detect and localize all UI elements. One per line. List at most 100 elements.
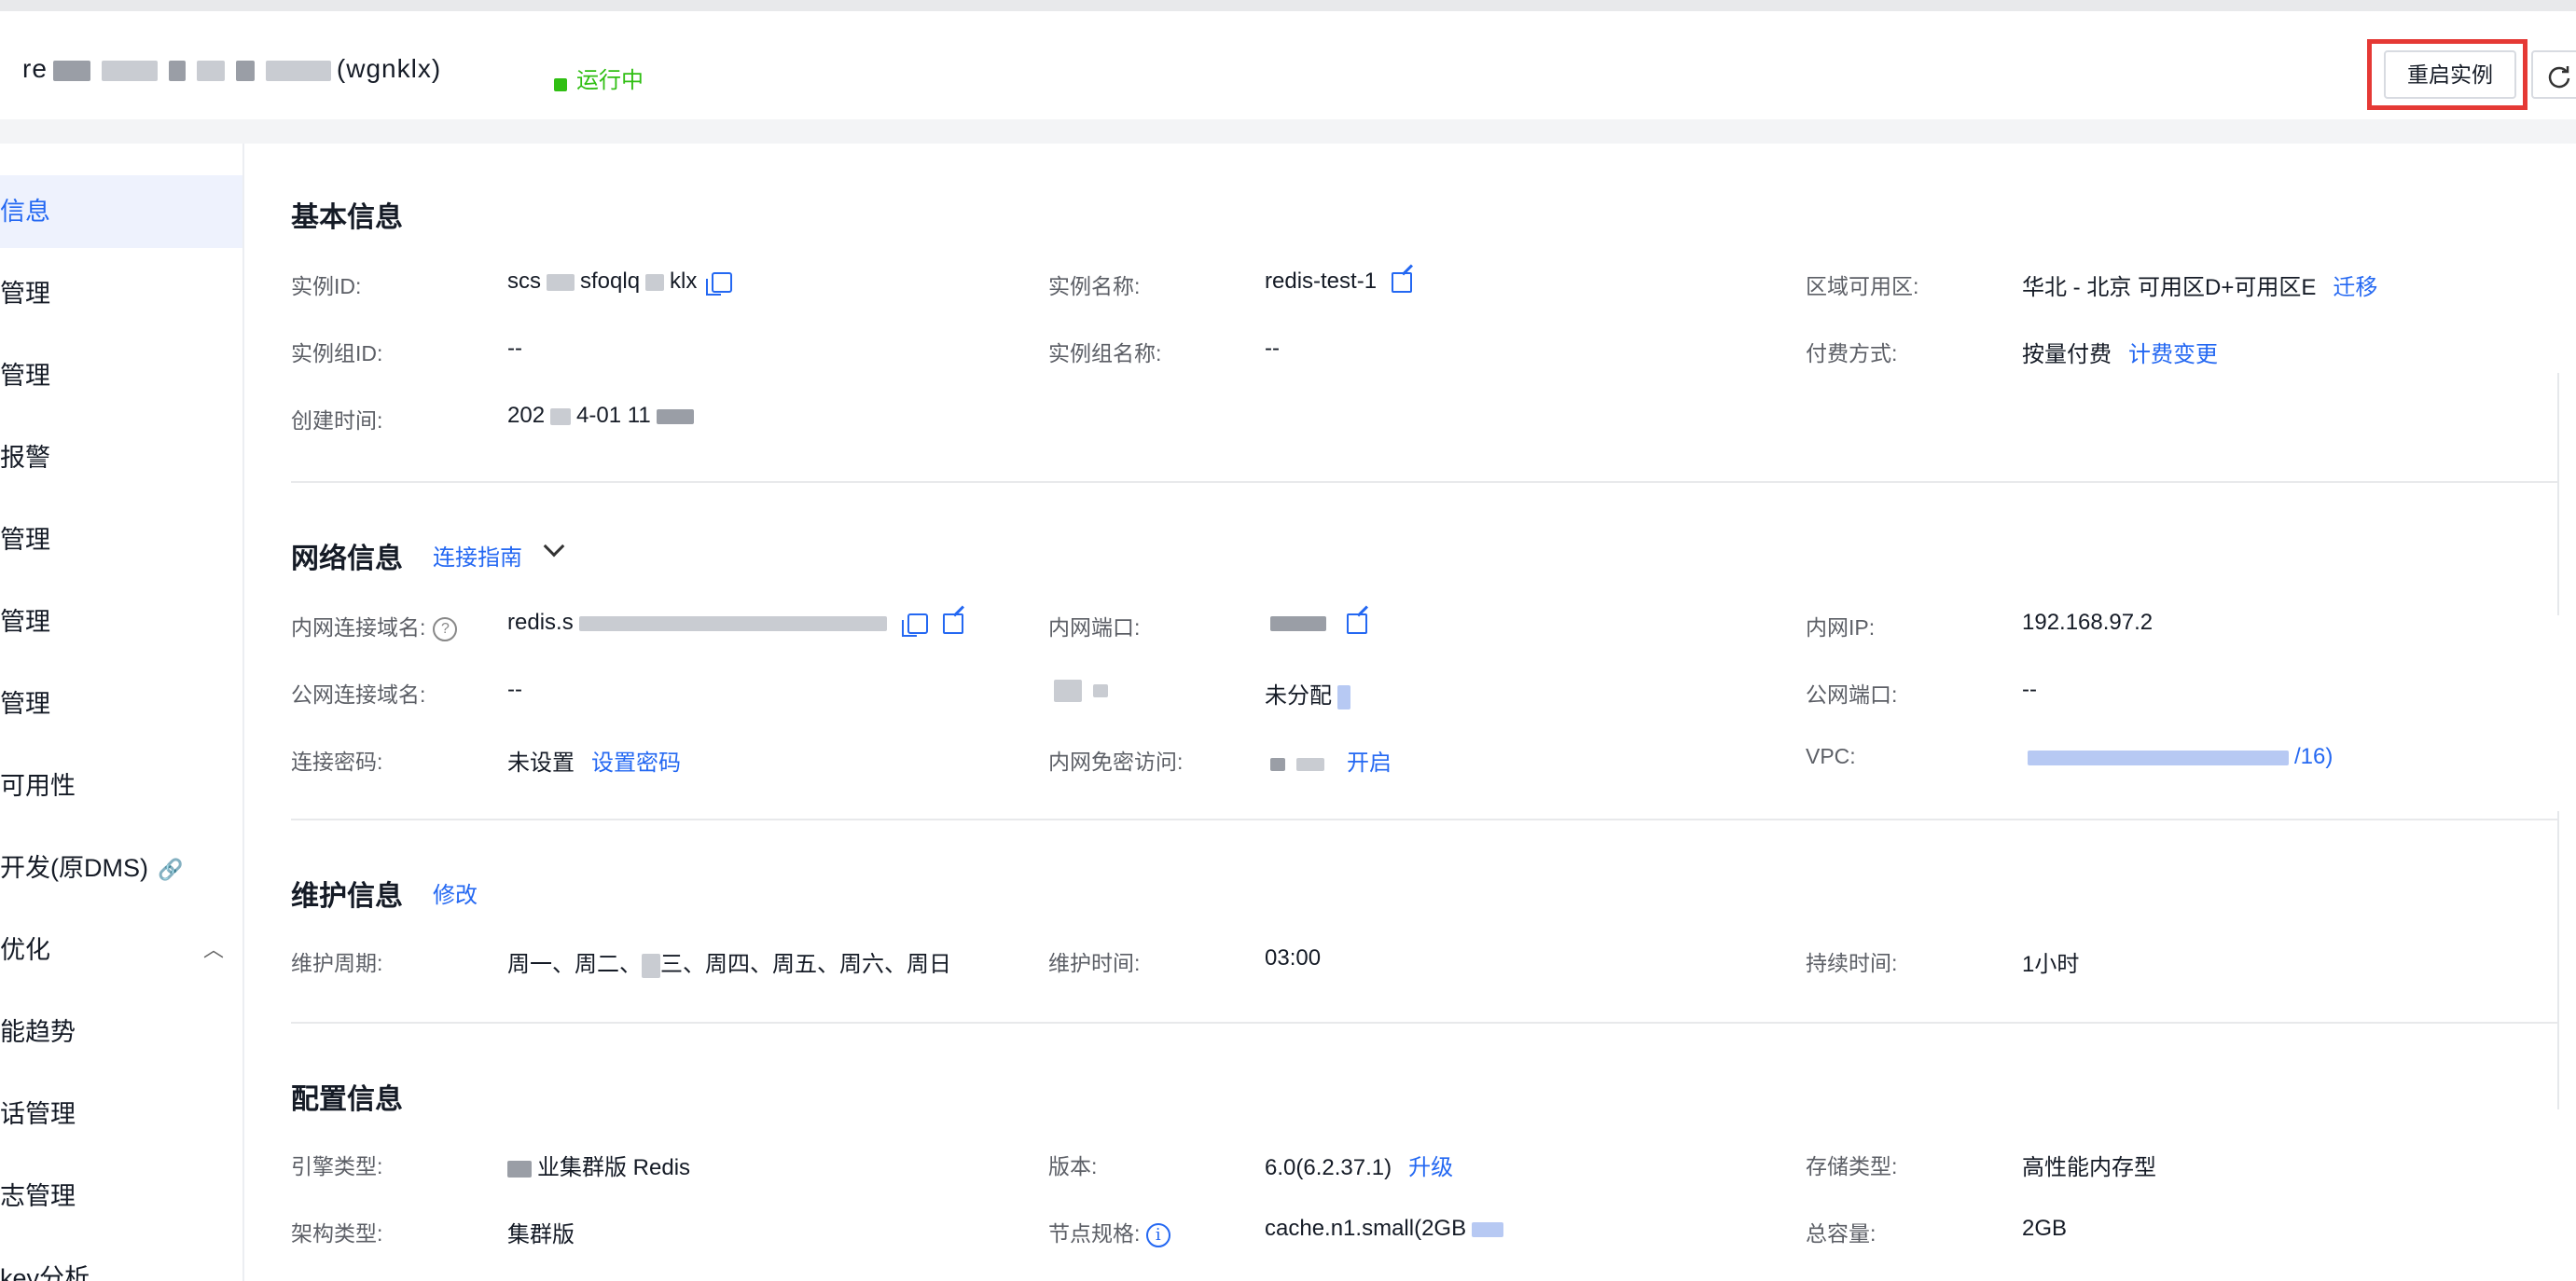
edit-icon[interactable] — [1392, 271, 1413, 293]
arch-value: 集群版 — [507, 1222, 575, 1247]
instance-name-value: redis-test-1 — [1265, 269, 1413, 295]
instance-id-label: 实例ID: — [291, 274, 362, 298]
copy-icon[interactable] — [901, 613, 928, 637]
sidebar-item-optimize[interactable]: 优化 ︿ — [0, 914, 242, 986]
chevron-down-icon[interactable] — [543, 535, 565, 558]
sidebar-item-availability[interactable]: 可用性 — [0, 750, 242, 822]
section-title-network: 网络信息 — [291, 544, 403, 574]
public-ip-value: 未分配 — [1265, 677, 1356, 709]
nopass-enable-link[interactable]: 开启 — [1347, 751, 1392, 776]
page-header: re (wgnklx) 运行中 重启实例 — [0, 11, 2576, 119]
billing-label: 付费方式: — [1806, 341, 1898, 365]
section-divider — [291, 1022, 2576, 1024]
refresh-icon — [2548, 66, 2570, 89]
created-value: 202 4-01 11 — [507, 403, 699, 429]
private-ip-value: 192.168.97.2 — [2022, 610, 2154, 635]
total-capacity-value: 2GB — [2022, 1216, 2068, 1241]
private-domain-label: 内网连接域名:? — [291, 610, 458, 641]
main-content: 基本信息 实例ID: scs sfoqlq klx 实例名称: redis-test… — [291, 144, 2576, 1281]
engine-label: 引擎类型: — [291, 1154, 383, 1178]
arch-label: 架构类型: — [291, 1221, 383, 1246]
storage-value: 高性能内存型 — [2022, 1155, 2156, 1180]
engine-value: 业集群版 Redis — [507, 1149, 690, 1181]
password-value: 未设置 设置密码 — [507, 751, 681, 776]
private-port-value — [1265, 610, 1367, 636]
storage-label: 存储类型: — [1806, 1154, 1898, 1178]
public-domain-label: 公网连接域名: — [291, 682, 426, 707]
sidebar-item-manage-5[interactable]: 管理 — [0, 668, 242, 740]
public-port-label: 公网端口: — [1806, 682, 1898, 707]
vpc-label: VPC: — [1806, 744, 1856, 768]
region-value: 华北 - 北京 可用区D+可用区E 迁移 — [2022, 275, 2378, 300]
nopass-label: 内网免密访问: — [1048, 750, 1184, 774]
upgrade-link[interactable]: 升级 — [1408, 1155, 1453, 1180]
connection-guide-link[interactable]: 连接指南 — [433, 539, 522, 572]
sidebar-item-manage-2[interactable]: 管理 — [0, 339, 242, 412]
public-domain-value: -- — [507, 677, 522, 702]
top-scroll-shadow — [0, 0, 2576, 11]
status-text: 运行中 — [576, 68, 644, 93]
sidebar-item-perf-trend[interactable]: 能趋势 — [0, 996, 242, 1068]
private-ip-label: 内网IP: — [1806, 615, 1876, 640]
total-capacity-label: 总容量: — [1806, 1221, 1877, 1246]
public-ip-label — [1048, 677, 1114, 702]
instance-id-value: scs sfoqlq klx — [507, 269, 733, 296]
group-name-label: 实例组名称: — [1048, 341, 1162, 365]
refresh-button[interactable] — [2531, 50, 2576, 99]
edit-maintenance-link[interactable]: 修改 — [433, 876, 478, 909]
sidebar-item-info[interactable]: 信息 — [0, 175, 242, 248]
billing-change-link[interactable]: 计费变更 — [2128, 342, 2218, 367]
restart-instance-button[interactable]: 重启实例 — [2384, 50, 2516, 99]
password-label: 连接密码: — [291, 750, 383, 774]
sidebar-item-key-analysis[interactable]: key分析 — [0, 1242, 242, 1281]
sidebar-item-manage-3[interactable]: 管理 — [0, 503, 242, 576]
private-port-label: 内网端口: — [1048, 615, 1141, 640]
created-label: 创建时间: — [291, 408, 383, 433]
edit-icon[interactable] — [942, 613, 963, 634]
set-password-link[interactable]: 设置密码 — [591, 751, 681, 776]
period-value: 周一、周二、 三、周四、周五、周六、周日 — [507, 952, 951, 978]
sidebar-item-log[interactable]: 志管理 — [0, 1160, 242, 1233]
billing-value: 按量付费 计费变更 — [2022, 342, 2218, 367]
sidebar: 信息 管理 管理 报警 管理 管理 管理 可用性 开发(原DMS) 🔗 优化 ︿ 能… — [0, 144, 244, 1281]
header-divider — [0, 119, 2576, 144]
duration-value: 1小时 — [2022, 952, 2080, 977]
copy-icon[interactable] — [706, 271, 733, 296]
duration-label: 持续时间: — [1806, 951, 1898, 975]
section-title-config: 配置信息 — [291, 1084, 403, 1115]
group-id-value: -- — [507, 336, 522, 361]
version-label: 版本: — [1048, 1154, 1098, 1178]
section-divider — [291, 481, 2576, 483]
public-port-value: -- — [2022, 677, 2037, 702]
section-divider — [291, 819, 2576, 820]
info-icon[interactable]: i — [1145, 1222, 1170, 1247]
sidebar-item-manage-1[interactable]: 管理 — [0, 257, 242, 330]
vpc-value[interactable]: /16) — [2022, 744, 2333, 770]
instance-name-label: 实例名称: — [1048, 274, 1141, 298]
sidebar-item-dms[interactable]: 开发(原DMS) 🔗 — [0, 832, 242, 904]
instance-title: re (wgnklx) — [22, 54, 442, 83]
section-title-maintenance: 维护信息 — [291, 881, 403, 912]
floating-toolbar[interactable] — [2557, 373, 2576, 615]
group-name-value: -- — [1265, 336, 1280, 361]
group-id-label: 实例组ID: — [291, 341, 383, 365]
help-icon[interactable]: ? — [433, 616, 458, 641]
time-label: 维护时间: — [1048, 951, 1141, 975]
period-label: 维护周期: — [291, 951, 383, 975]
node-spec-label: 节点规格: i — [1048, 1216, 1170, 1247]
floating-toolbar[interactable] — [2557, 811, 2576, 1109]
nopass-value: 开启 — [1265, 744, 1392, 777]
sidebar-item-session[interactable]: 话管理 — [0, 1078, 242, 1150]
section-title-basic: 基本信息 — [291, 202, 403, 233]
migrate-link[interactable]: 迁移 — [2333, 275, 2377, 300]
version-value: 6.0(6.2.37.1) 升级 — [1265, 1155, 1454, 1180]
time-value: 03:00 — [1265, 945, 1322, 971]
status-indicator — [554, 78, 567, 91]
sidebar-item-manage-4[interactable]: 管理 — [0, 585, 242, 658]
sidebar-item-alarm[interactable]: 报警 — [0, 421, 242, 494]
chevron-up-icon: ︿ — [202, 938, 224, 961]
external-link-icon: 🔗 — [157, 858, 184, 881]
edit-icon[interactable] — [1347, 613, 1367, 634]
private-domain-value: redis.s — [507, 610, 963, 637]
node-spec-value: cache.n1.small(2GB — [1265, 1216, 1509, 1242]
